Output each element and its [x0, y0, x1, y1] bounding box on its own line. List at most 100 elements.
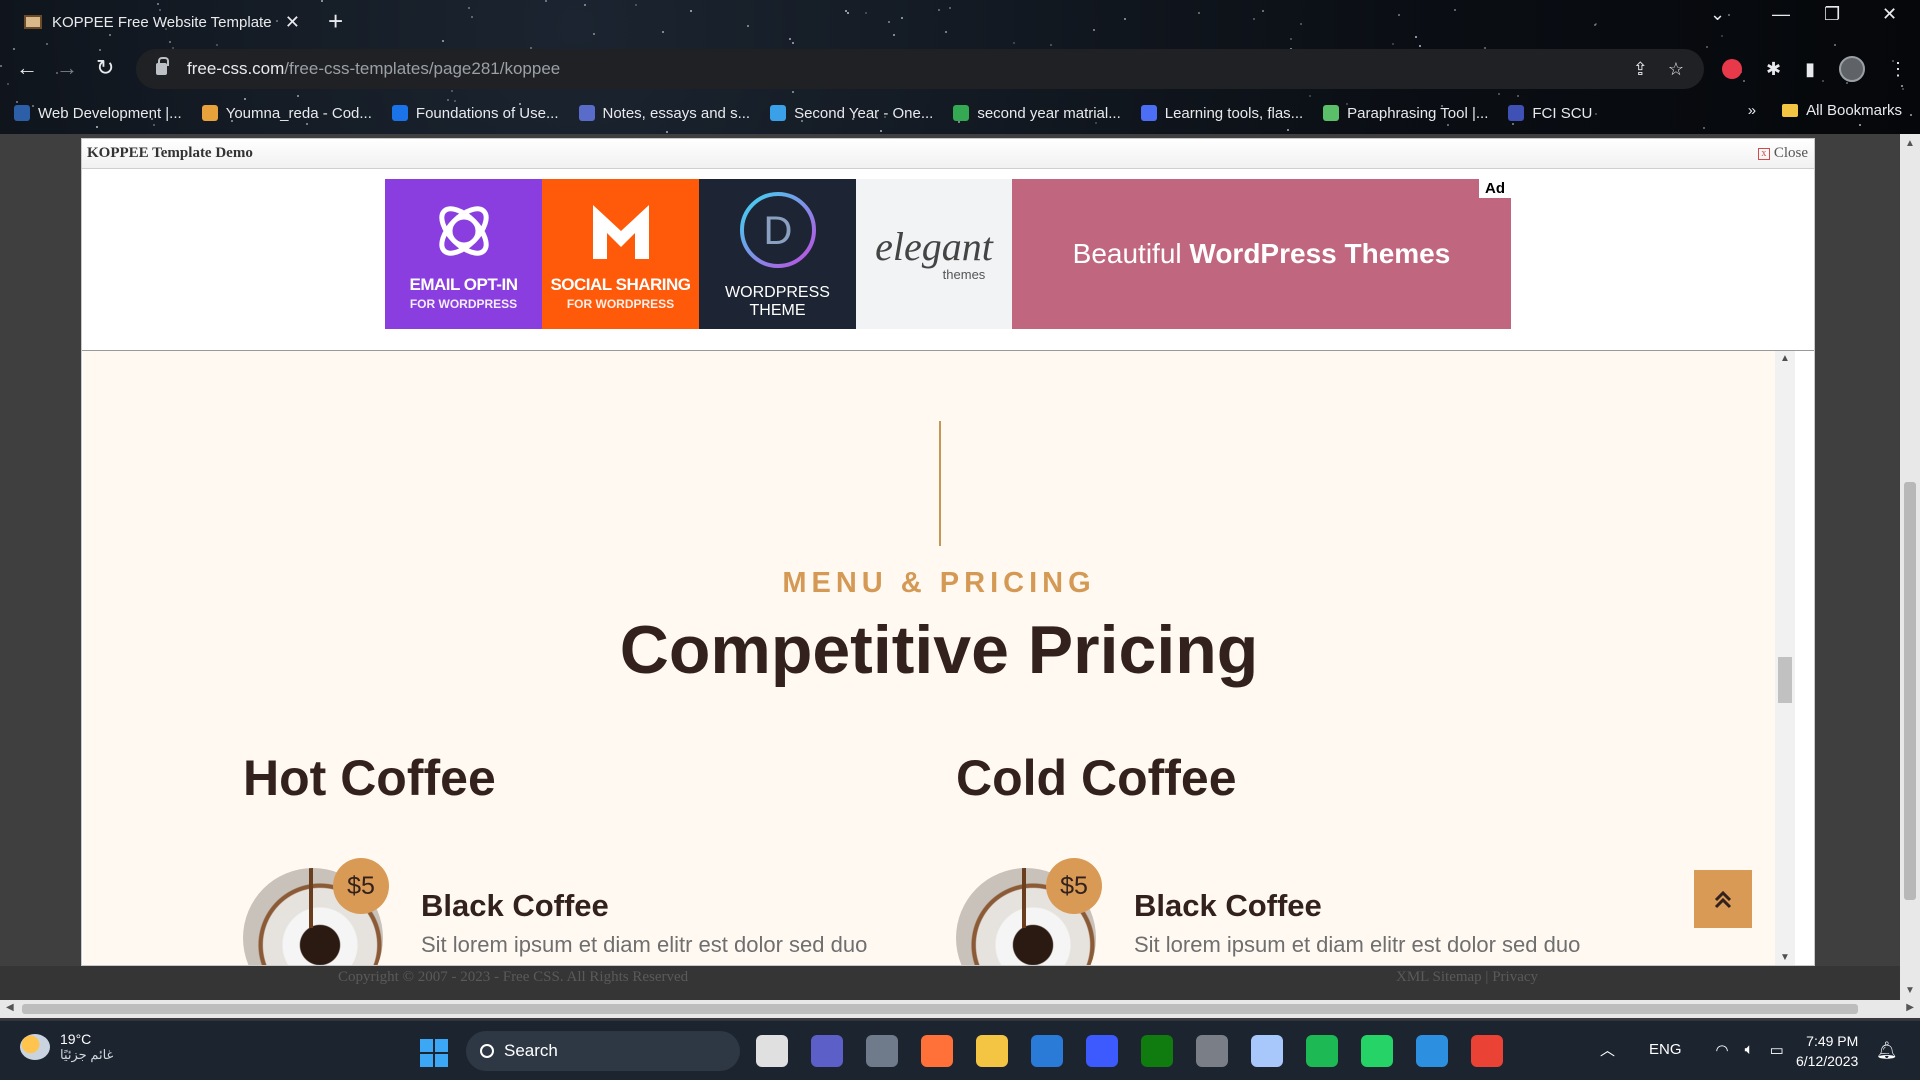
system-tray: ︿ ENG ◠ 🔈︎ ▭ [1600, 1039, 1784, 1060]
scroll-right-arrow-icon[interactable]: ▶ [1906, 1002, 1914, 1013]
taskbar-app-icon[interactable] [1141, 1035, 1173, 1067]
frame-scroll-up-icon[interactable]: ▲ [1780, 353, 1790, 364]
bookmark-item[interactable]: FCI SCU [1508, 105, 1592, 122]
tab-close-icon[interactable]: ✕ [285, 12, 300, 33]
section-kicker: MENU & PRICING [782, 567, 1096, 599]
bookmark-item[interactable]: Paraphrasing Tool |... [1323, 105, 1488, 122]
taskbar-clock[interactable]: 7:49 PM 6/12/2023 [1796, 1031, 1858, 1071]
frame-vertical-scrollbar[interactable]: ▲ ▼ [1775, 351, 1795, 965]
taskbar-app-icon[interactable] [811, 1035, 843, 1067]
hot-coffee-title: Hot Coffee [243, 750, 496, 806]
bookmark-favicon-icon [391, 105, 408, 121]
koppee-site-preview: MENU & PRICING Competitive Pricing Hot C… [83, 351, 1795, 965]
taskbar-app-icon[interactable] [1416, 1035, 1448, 1067]
url-path: /free-css-templates/page281/koppee [284, 59, 561, 78]
reload-icon[interactable]: ↻ [96, 56, 114, 80]
taskbar-app-icon[interactable] [1306, 1035, 1338, 1067]
more-bookmarks-chevron-icon[interactable]: » [1748, 102, 1756, 119]
taskbar-app-icon[interactable] [976, 1035, 1008, 1067]
taskbar-app-icon[interactable] [1251, 1035, 1283, 1067]
bookmark-label: Paraphrasing Tool |... [1347, 104, 1489, 122]
taskbar-app-icon[interactable] [1031, 1035, 1063, 1067]
taskbar-app-icon[interactable] [1361, 1035, 1393, 1067]
scroll-up-arrow-icon[interactable]: ▲ [1905, 138, 1915, 149]
close-window-button[interactable]: ✕ [1882, 4, 1897, 25]
minimize-button[interactable]: — [1772, 4, 1790, 25]
demo-frame-header: KOPPEE Template Demo x Close [82, 139, 1814, 169]
tab-search-chevron-icon[interactable]: ⌄ [1710, 4, 1725, 25]
extensions-puzzle-icon[interactable]: ✱ [1766, 59, 1781, 80]
folder-icon [1782, 104, 1799, 117]
menu-item-description: Sit lorem ipsum et diam elitr est dolor … [1134, 932, 1581, 957]
taskbar-app-icon[interactable] [866, 1035, 898, 1067]
demo-frame-title: KOPPEE Template Demo [87, 145, 253, 161]
lock-icon[interactable] [156, 57, 169, 75]
page-scroll-thumb[interactable] [1904, 482, 1916, 900]
taskbar-app-icon[interactable] [1086, 1035, 1118, 1067]
demo-close-button[interactable]: x Close [1757, 145, 1808, 162]
side-panel-icon[interactable]: ▮ [1805, 59, 1815, 80]
bookmark-item[interactable]: Youmna_reda - Cod... [201, 105, 372, 122]
forward-arrow-icon[interactable]: → [56, 56, 78, 80]
ad-panel3-title: WORDPRESS THEME [725, 284, 830, 319]
profile-avatar[interactable] [1839, 56, 1865, 82]
ad-tagline-bold: WordPress Themes [1189, 238, 1451, 269]
weather-widget[interactable]: 19°C غائم جزئيًا [20, 1031, 113, 1063]
restore-button[interactable]: ❐ [1824, 4, 1840, 25]
back-to-top-button[interactable] [1694, 870, 1752, 928]
frame-scroll-thumb[interactable] [1778, 657, 1792, 703]
ad-label[interactable]: Ad [1479, 179, 1511, 198]
footer-links[interactable]: XML Sitemap | Privacy [1396, 969, 1538, 986]
page-vertical-scrollbar[interactable]: ▲ ▼ [1900, 134, 1920, 1000]
elegant-themes-logo-text: elegant [875, 223, 993, 269]
frame-scroll-down-icon[interactable]: ▼ [1780, 952, 1790, 963]
bookmark-label: second year matrial... [977, 104, 1121, 122]
wifi-icon[interactable]: ◠ [1716, 1041, 1729, 1059]
ad-panel-elegant-themes: elegant themes [856, 179, 1012, 329]
bookmark-item[interactable]: Second Year - One... [770, 105, 933, 122]
extension-icon[interactable] [1722, 59, 1742, 79]
language-indicator[interactable]: ENG [1649, 1041, 1682, 1058]
address-bar[interactable]: free-css.com/free-css-templates/page281/… [136, 49, 1704, 89]
bookmark-item[interactable]: Learning tools, flas... [1140, 105, 1303, 122]
notification-bell-icon[interactable]: 🔔︎ [1876, 1041, 1898, 1061]
new-tab-button[interactable]: + [328, 6, 343, 36]
url-host: free-css.com [187, 59, 285, 78]
scroll-left-arrow-icon[interactable]: ◀ [6, 1002, 14, 1013]
browser-tab[interactable]: KOPPEE Free Website Template ✕ [12, 6, 312, 38]
taskbar-search[interactable]: Search [466, 1031, 740, 1071]
page-horizontal-scrollbar[interactable]: ◀ ▶ [0, 1000, 1920, 1018]
bookmark-star-icon[interactable]: ☆ [1668, 59, 1684, 80]
divi-logo-icon: D [739, 192, 816, 268]
bookmark-favicon-icon [14, 105, 30, 121]
footer-copyright: Copyright © 2007 - 2023 - Free CSS. All … [338, 969, 689, 985]
scroll-down-arrow-icon[interactable]: ▼ [1905, 985, 1915, 996]
page-hscroll-thumb[interactable] [22, 1004, 1858, 1014]
bookmark-favicon-icon [953, 105, 970, 121]
taskbar-app-icon[interactable] [1196, 1035, 1228, 1067]
tray-overflow-chevron-icon[interactable]: ︿ [1600, 1039, 1615, 1060]
share-icon[interactable]: ⇪ [1633, 59, 1648, 80]
volume-icon[interactable]: 🔈︎ [1745, 1041, 1754, 1058]
bookmark-item[interactable]: second year matrial... [953, 104, 1121, 122]
all-bookmarks-folder[interactable]: All Bookmarks [1782, 102, 1902, 119]
bookmark-item[interactable]: Notes, essays and s... [578, 104, 751, 122]
back-arrow-icon[interactable]: ← [16, 56, 38, 80]
taskbar-app-icon[interactable] [1471, 1035, 1503, 1067]
browser-chrome: KOPPEE Free Website Template ✕ + ⌄ — ❐ ✕… [0, 0, 1920, 134]
start-windows-icon[interactable] [420, 1039, 448, 1067]
bookmark-label: Notes, essays and s... [602, 104, 751, 122]
battery-icon[interactable]: ▭ [1770, 1041, 1784, 1059]
menu-kebab-icon[interactable]: ⋮ [1889, 59, 1907, 80]
section-heading: Competitive Pricing [619, 612, 1259, 688]
ad-banner[interactable]: EMAIL OPT-IN FOR WORDPRESS SOCIAL SHARIN… [385, 179, 1511, 329]
bookmark-favicon-icon [578, 105, 595, 121]
taskbar-app-icon[interactable] [756, 1035, 788, 1067]
bookmark-label: Second Year - One... [794, 104, 934, 122]
bookmark-label: Web Development |... [38, 104, 182, 122]
bookmark-item[interactable]: Web Development |... [14, 105, 182, 122]
taskbar-app-icon[interactable] [921, 1035, 953, 1067]
bookmark-item[interactable]: Foundations of Use... [391, 105, 559, 122]
search-icon [480, 1044, 494, 1058]
ad-panel2-sub: FOR WORDPRESS [566, 297, 675, 311]
